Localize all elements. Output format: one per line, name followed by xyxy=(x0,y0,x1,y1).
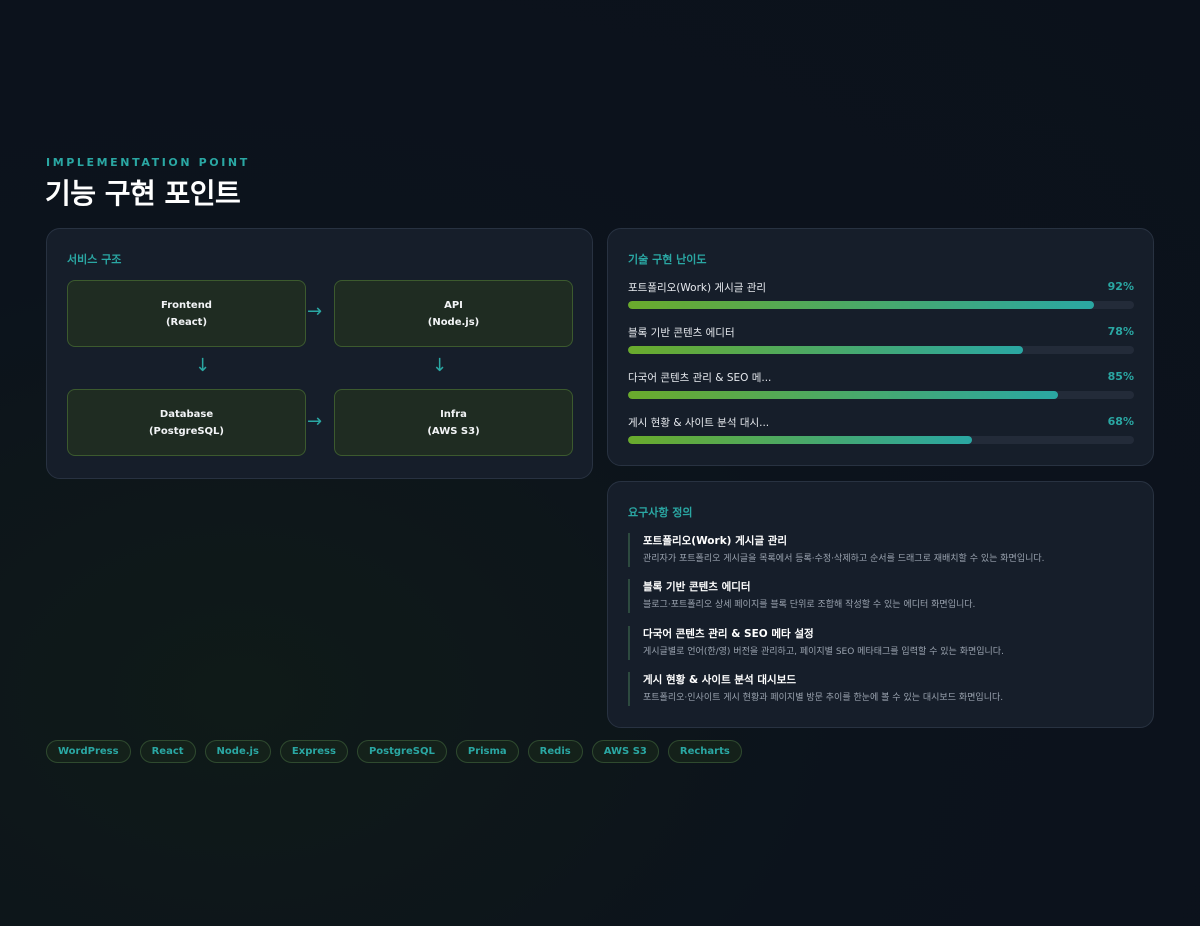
requirement-item: 포트폴리오(Work) 게시글 관리 관리자가 포트폴리오 게시글을 목록에서 … xyxy=(628,533,1128,567)
difficulty-percent: 68% xyxy=(1107,415,1134,428)
arrow-down-icon: ↓ xyxy=(432,355,448,376)
progress-fill xyxy=(628,436,973,444)
tech-tag-nodejs: Node.js xyxy=(204,740,271,763)
node-database-name: Database xyxy=(159,408,214,420)
tech-tag-recharts: Recharts xyxy=(667,740,742,763)
requirement-desc: 게시글별로 언어(한/영) 버전을 관리하고, 페이지별 SEO 메타태그를 입… xyxy=(643,647,1004,657)
requirement-item: 다국어 콘텐츠 관리 & SEO 메타 설정 게시글별로 언어(한/영) 버전을… xyxy=(628,626,1128,660)
requirement-item: 게시 현황 & 사이트 분석 대시보드 포트폴리오·인사이트 게시 현황과 페이… xyxy=(628,672,1128,706)
node-infra-detail: (AWS S3) xyxy=(427,425,480,437)
progress-track xyxy=(628,346,1134,354)
node-frontend: Frontend (React) xyxy=(67,280,306,347)
difficulty-row: 포트폴리오(Work) 게시글 관리 92% xyxy=(628,280,1134,310)
requirement-title: 블록 기반 콘텐츠 에디터 xyxy=(643,581,751,593)
difficulty-row: 블록 기반 콘텐츠 에디터 78% xyxy=(628,325,1134,355)
tech-tag-prisma: Prisma xyxy=(455,740,519,763)
node-database: Database (PostgreSQL) xyxy=(67,389,306,456)
requirements-card: 요구사항 정의 포트폴리오(Work) 게시글 관리 관리자가 포트폴리오 게시… xyxy=(607,481,1154,728)
requirement-desc: 포트폴리오·인사이트 게시 현황과 페이지별 방문 추이를 한눈에 볼 수 있는… xyxy=(643,693,1004,703)
difficulty-label: 블록 기반 콘텐츠 에디터 xyxy=(628,327,735,339)
difficulty-title: 기술 구현 난이도 xyxy=(628,253,707,266)
progress-fill xyxy=(628,346,1023,354)
node-frontend-detail: (React) xyxy=(165,316,208,328)
difficulty-label: 다국어 콘텐츠 관리 & SEO 메... xyxy=(628,372,772,384)
service-structure-card: 서비스 구조 Frontend (React) → API (Node.js) … xyxy=(46,228,593,479)
tech-tag-express: Express xyxy=(279,740,348,763)
requirements-title: 요구사항 정의 xyxy=(628,506,693,519)
section-eyebrow: IMPLEMENTATION POINT xyxy=(46,156,250,169)
difficulty-label: 게시 현황 & 사이트 분석 대시... xyxy=(628,417,770,429)
node-api-name: API xyxy=(444,299,463,311)
tech-tag-list: WordPress React Node.js Express PostgreS… xyxy=(46,740,742,763)
requirement-title: 다국어 콘텐츠 관리 & SEO 메타 설정 xyxy=(643,628,814,640)
progress-track xyxy=(628,301,1134,309)
tech-tag-aws-s3: AWS S3 xyxy=(591,740,659,763)
tech-tag-react: React xyxy=(139,740,196,763)
node-api: API (Node.js) xyxy=(334,280,573,347)
arrow-right-icon: → xyxy=(307,411,323,432)
difficulty-percent: 85% xyxy=(1107,370,1134,383)
difficulty-percent: 92% xyxy=(1107,280,1134,293)
tech-tag-postgresql: PostgreSQL xyxy=(356,740,447,763)
difficulty-row: 게시 현황 & 사이트 분석 대시... 68% xyxy=(628,415,1134,445)
difficulty-card: 기술 구현 난이도 포트폴리오(Work) 게시글 관리 92% 블록 기반 콘… xyxy=(607,228,1154,466)
service-structure-title: 서비스 구조 xyxy=(67,253,122,266)
difficulty-percent: 78% xyxy=(1107,325,1134,338)
progress-fill xyxy=(628,301,1094,309)
progress-fill xyxy=(628,391,1059,399)
progress-track xyxy=(628,391,1134,399)
tech-tag-wordpress: WordPress xyxy=(46,740,131,763)
difficulty-label: 포트폴리오(Work) 게시글 관리 xyxy=(628,282,767,294)
node-infra-name: Infra xyxy=(440,408,467,420)
requirement-title: 게시 현황 & 사이트 분석 대시보드 xyxy=(643,674,797,686)
progress-track xyxy=(628,436,1134,444)
arrow-right-icon: → xyxy=(307,301,323,322)
node-frontend-name: Frontend xyxy=(161,299,212,311)
tech-tag-redis: Redis xyxy=(527,740,583,763)
requirement-title: 포트폴리오(Work) 게시글 관리 xyxy=(643,535,788,547)
difficulty-row: 다국어 콘텐츠 관리 & SEO 메... 85% xyxy=(628,370,1134,400)
arrow-down-icon: ↓ xyxy=(195,355,211,376)
node-api-detail: (Node.js) xyxy=(427,316,480,328)
node-infra: Infra (AWS S3) xyxy=(334,389,573,456)
requirement-item: 블록 기반 콘텐츠 에디터 블로그·포트폴리오 상세 페이지를 블록 단위로 조… xyxy=(628,579,1128,613)
requirement-desc: 블로그·포트폴리오 상세 페이지를 블록 단위로 조합해 작성할 수 있는 에디… xyxy=(643,600,976,610)
requirement-desc: 관리자가 포트폴리오 게시글을 목록에서 등록·수정·삭제하고 순서를 드래그로… xyxy=(643,554,1045,564)
page-title: 기능 구현 포인트 xyxy=(45,177,241,210)
node-database-detail: (PostgreSQL) xyxy=(148,425,225,437)
